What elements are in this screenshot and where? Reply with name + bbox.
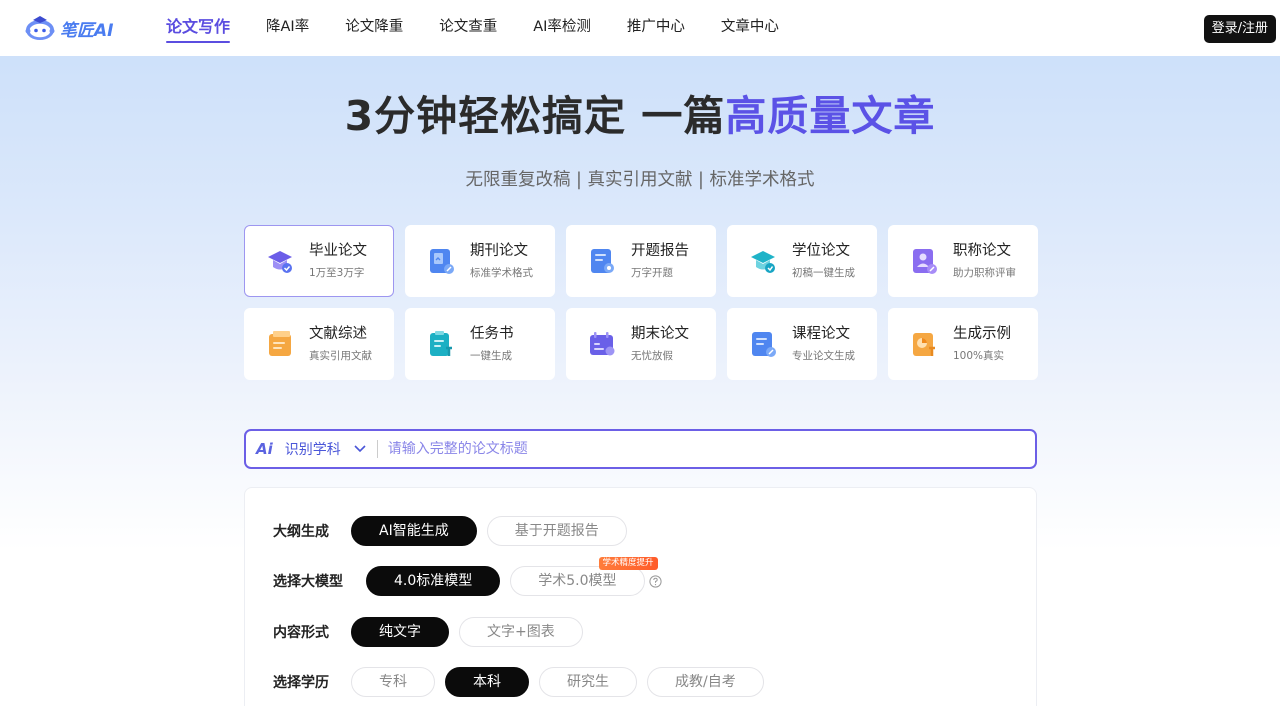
nav-menu: 论文写作 降AI率 论文降重 论文查重 AI率检测 推广中心 文章中心 [152, 0, 801, 56]
card-degree-thesis[interactable]: 学位论文初稿一键生成 [727, 225, 877, 297]
card-desc: 标准学术格式 [470, 267, 533, 279]
nav-item-paper-reduce[interactable]: 论文降重 [331, 0, 417, 56]
logo-text: 笔匠AI [60, 20, 114, 41]
title-search-bar: Ai 识别学科 [244, 429, 1037, 469]
education-row: 选择学历 专科 本科 研究生 成教/自考 [273, 667, 774, 697]
top-nav: 笔匠AI 论文写作 降AI率 论文降重 论文查重 AI率检测 推广中心 文章中心… [0, 0, 1280, 56]
nav-item-articles[interactable]: 文章中心 [707, 0, 793, 56]
card-professional-paper[interactable]: 职称论文助力职称评审 [888, 225, 1038, 297]
model-row: 选择大模型 4.0标准模型 学术5.0模型 学术精度提升 [273, 557, 662, 596]
card-course-paper[interactable]: 课程论文专业论文生成 [727, 308, 877, 380]
card-proposal-report[interactable]: 开题报告 万字开题 [566, 225, 716, 297]
card-journal-paper[interactable]: 期刊论文标准学术格式 [405, 225, 555, 297]
content-form-label: 内容形式 [273, 625, 329, 641]
login-register-button[interactable]: 登录/注册 [1203, 15, 1276, 43]
search-divider [376, 440, 378, 458]
paper-title-input[interactable] [387, 441, 988, 457]
model-academic-option[interactable]: 学术5.0模型 学术精度提升 [510, 557, 658, 596]
card-desc: 专业论文生成 [792, 350, 855, 362]
ai-icon: Ai [256, 440, 273, 458]
card-desc: 100%真实 [953, 350, 1005, 362]
card-final-paper[interactable]: 期末论文 无忧放假 [566, 308, 716, 380]
card-title: 期末论文 [631, 326, 689, 342]
card-graduation-thesis[interactable]: 毕业论文 1万至3万字 [244, 225, 394, 297]
graduation-cap-icon [268, 251, 292, 273]
education-undergraduate-option[interactable]: 本科 [445, 667, 529, 697]
card-title: 学位论文 [792, 243, 850, 259]
card-title: 职称论文 [953, 243, 1011, 259]
card-examples[interactable]: 生成示例 100%真实 [888, 308, 1038, 380]
hero-title: 3分钟轻松搞定 一篇高质量文章 [0, 82, 1280, 142]
education-adult-education-option[interactable]: 成教/自考 [647, 667, 764, 697]
hero-title-highlight: 高质量文章 [725, 92, 936, 140]
content-text-chart-option[interactable]: 文字+图表 [459, 617, 583, 647]
card-title: 生成示例 [953, 326, 1011, 342]
calendar-icon [590, 332, 615, 356]
options-panel: 大纲生成 AI智能生成 基于开题报告 选择大模型 4.0标准模型 学术5.0模型… [244, 487, 1037, 706]
model-label: 选择大模型 [273, 574, 343, 590]
robot-logo-icon [25, 16, 55, 40]
card-desc: 万字开题 [631, 267, 673, 279]
education-graduate-option[interactable]: 研究生 [539, 667, 637, 697]
nav-item-paper-writing[interactable]: 论文写作 [152, 0, 244, 56]
outline-row: 大纲生成 AI智能生成 基于开题报告 [273, 516, 637, 546]
precision-badge: 学术精度提升 [598, 557, 658, 570]
report-icon [591, 249, 614, 273]
education-junior-college-option[interactable]: 专科 [351, 667, 435, 697]
card-literature-review[interactable]: 文献综述真实引用文献 [244, 308, 394, 380]
education-label: 选择学历 [273, 675, 329, 691]
course-icon [752, 332, 776, 357]
task-book-icon [430, 331, 452, 356]
card-desc: 1万至3万字 [309, 267, 365, 279]
nav-item-reduce-ai[interactable]: 降AI率 [252, 0, 323, 56]
paper-type-grid: 毕业论文 1万至3万字 期刊论文标准学术格式 开题报告万字开题 学位论文初稿一键生… [244, 225, 1038, 380]
card-title: 期刊论文 [470, 243, 528, 259]
help-icon[interactable] [648, 574, 662, 588]
outline-label: 大纲生成 [273, 524, 329, 540]
chevron-down-icon[interactable] [353, 444, 367, 454]
card-title: 毕业论文 [309, 243, 367, 259]
card-title: 课程论文 [792, 326, 850, 342]
card-desc: 初稿一键生成 [792, 267, 855, 279]
nav-item-ai-detection[interactable]: AI率检测 [519, 0, 605, 56]
content-text-option[interactable]: 纯文字 [351, 617, 449, 647]
card-desc: 真实引用文献 [309, 350, 372, 362]
example-icon [913, 333, 935, 356]
card-title: 任务书 [470, 326, 514, 342]
card-title: 文献综述 [309, 326, 367, 342]
model-academic-label: 学术5.0模型 [538, 573, 617, 589]
content-form-row: 内容形式 纯文字 文字+图表 [273, 617, 593, 647]
logo[interactable]: 笔匠AI [24, 14, 113, 42]
card-desc: 一键生成 [470, 350, 512, 362]
card-task-book[interactable]: 任务书 一键生成 [405, 308, 555, 380]
journal-icon [430, 249, 454, 274]
hero-subtitle: 无限重复改稿 | 真实引用文献 | 标准学术格式 [465, 170, 815, 190]
professional-icon [913, 249, 937, 274]
model-standard-option[interactable]: 4.0标准模型 [366, 566, 501, 596]
outline-ai-generate-option[interactable]: AI智能生成 [351, 516, 477, 546]
nav-item-plagiarism-check[interactable]: 论文查重 [425, 0, 511, 56]
outline-proposal-option[interactable]: 基于开题报告 [486, 516, 627, 546]
hero-title-main: 3分钟轻松搞定 一篇 [344, 92, 726, 140]
literature-icon [269, 331, 291, 356]
degree-icon [751, 251, 775, 273]
card-title: 开题报告 [631, 243, 689, 259]
subject-selector[interactable]: 识别学科 [285, 439, 341, 459]
card-desc: 助力职称评审 [953, 267, 1016, 279]
card-desc: 无忧放假 [631, 350, 673, 362]
nav-item-promotion[interactable]: 推广中心 [613, 0, 699, 56]
